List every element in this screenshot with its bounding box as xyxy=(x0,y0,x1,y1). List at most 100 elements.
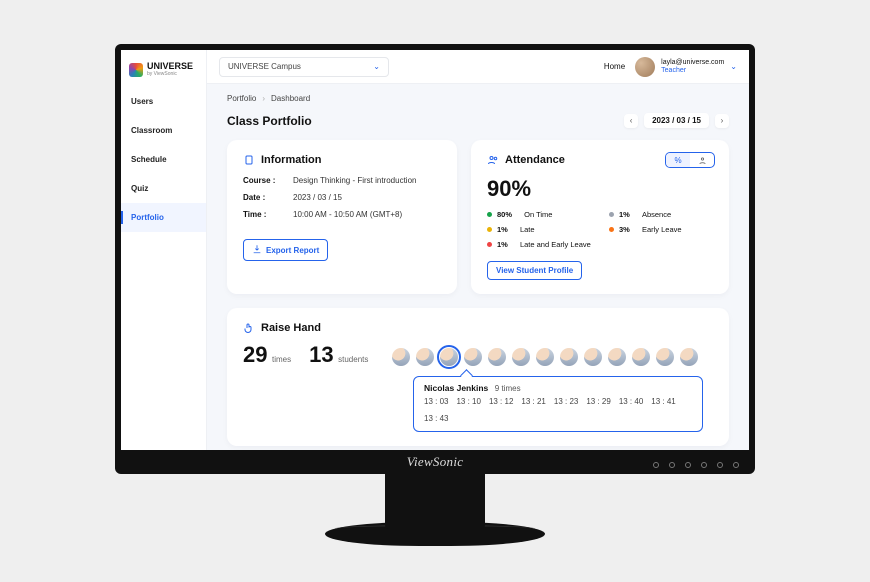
nav-schedule[interactable]: Schedule xyxy=(121,145,206,174)
monitor-hw-buttons xyxy=(653,462,739,468)
legend-lateearly-pct: 1% xyxy=(497,240,508,249)
card-information: Information Course : Design Thinking - F… xyxy=(227,140,457,294)
nav-users[interactable]: Users xyxy=(121,87,206,116)
attendance-percent-toggle[interactable]: % xyxy=(666,153,690,167)
info-date-value: 2023 / 03 / 15 xyxy=(293,193,342,202)
popover-timestamp: 13 : 23 xyxy=(554,397,578,406)
popover-student-name: Nicolas Jenkins xyxy=(424,383,488,393)
monitor-bezel: ViewSonic UNIVERSE by ViewSonic Users Cl… xyxy=(115,44,755,474)
student-avatar[interactable] xyxy=(656,348,674,366)
logo-mark-icon xyxy=(129,63,143,77)
date-prev-button[interactable]: ‹ xyxy=(624,114,638,128)
student-avatar[interactable] xyxy=(512,348,530,366)
chevron-down-icon: ⌄ xyxy=(373,62,380,71)
nav-classroom[interactable]: Classroom xyxy=(121,116,206,145)
card-attendance-title: Attendance xyxy=(505,154,565,166)
popover-timestamp: 13 : 12 xyxy=(489,397,513,406)
popover-timestamp: 13 : 43 xyxy=(424,414,448,423)
campus-selector[interactable]: UNIVERSE Campus ⌄ xyxy=(219,57,389,77)
view-student-profile-label: View Student Profile xyxy=(496,266,573,275)
app-logo[interactable]: UNIVERSE by ViewSonic xyxy=(121,54,206,87)
export-report-label: Export Report xyxy=(266,246,319,255)
dot-icon xyxy=(609,212,614,217)
student-avatar[interactable] xyxy=(560,348,578,366)
student-avatar[interactable] xyxy=(680,348,698,366)
monitor-stand-neck xyxy=(385,474,485,529)
date-next-button[interactable]: › xyxy=(715,114,729,128)
breadcrumb-dashboard[interactable]: Dashboard xyxy=(271,94,310,103)
logo-text: UNIVERSE xyxy=(147,62,193,71)
hand-icon xyxy=(243,322,255,334)
nav-portfolio[interactable]: Portfolio xyxy=(121,203,206,232)
dot-icon xyxy=(487,242,492,247)
download-icon xyxy=(252,244,262,256)
info-time-value: 10:00 AM - 10:50 AM (GMT+8) xyxy=(293,210,402,219)
legend-lateearly-label: Late and Early Leave xyxy=(520,240,591,249)
raise-students-unit: students xyxy=(338,355,368,364)
raise-times-unit: times xyxy=(272,355,291,364)
popover-timestamp: 13 : 03 xyxy=(424,397,448,406)
chevron-down-icon: ⌄ xyxy=(730,62,737,71)
popover-timestamp: 13 : 10 xyxy=(456,397,480,406)
legend-ontime-pct: 80% xyxy=(497,210,512,219)
dot-icon xyxy=(487,227,492,232)
student-avatar[interactable] xyxy=(536,348,554,366)
popover-timestamp: 13 : 40 xyxy=(619,397,643,406)
info-course-value: Design Thinking - First introduction xyxy=(293,176,416,185)
student-avatar[interactable] xyxy=(488,348,506,366)
popover-timestamp: 13 : 21 xyxy=(521,397,545,406)
popover-raise-count: 9 times xyxy=(495,384,521,393)
export-report-button[interactable]: Export Report xyxy=(243,239,328,261)
page-title: Class Portfolio xyxy=(227,114,312,128)
legend-late-label: Late xyxy=(520,225,535,234)
dot-icon xyxy=(609,227,614,232)
sidebar: UNIVERSE by ViewSonic Users Classroom Sc… xyxy=(121,50,207,450)
popover-timestamp: 13 : 41 xyxy=(651,397,675,406)
logo-subtext: by ViewSonic xyxy=(147,71,193,77)
breadcrumb-portfolio[interactable]: Portfolio xyxy=(227,94,256,103)
raise-hand-popover: Nicolas Jenkins 9 times 13 : 03 13 : 10 … xyxy=(413,376,703,432)
app-screen: UNIVERSE by ViewSonic Users Classroom Sc… xyxy=(121,50,749,450)
current-user-menu[interactable]: layla@universe.com Teacher ⌄ xyxy=(635,57,737,77)
legend-absence-pct: 1% xyxy=(619,210,630,219)
attendance-people-toggle[interactable] xyxy=(690,153,714,167)
date-pager: ‹ 2023 / 03 / 15 › xyxy=(624,113,729,128)
attendance-overall: 90% xyxy=(487,176,713,202)
page-content: Portfolio › Dashboard Class Portfolio ‹ … xyxy=(207,84,749,450)
view-student-profile-button[interactable]: View Student Profile xyxy=(487,261,582,280)
popover-timestamps: 13 : 03 13 : 10 13 : 12 13 : 21 13 : 23 … xyxy=(424,397,692,423)
info-course-label: Course : xyxy=(243,176,285,185)
legend-absence-label: Absence xyxy=(642,210,671,219)
student-avatar[interactable] xyxy=(440,348,458,366)
legend-ontime-label: On Time xyxy=(524,210,552,219)
topbar: UNIVERSE Campus ⌄ Home layla@universe.co… xyxy=(207,50,749,84)
nav-quiz[interactable]: Quiz xyxy=(121,174,206,203)
info-date-label: Date : xyxy=(243,193,285,202)
popover-timestamp: 13 : 29 xyxy=(586,397,610,406)
date-current[interactable]: 2023 / 03 / 15 xyxy=(644,113,709,128)
breadcrumb: Portfolio › Dashboard xyxy=(227,94,729,103)
home-link[interactable]: Home xyxy=(604,62,625,71)
chevron-right-icon: › xyxy=(262,94,265,103)
attendance-legend: 80% On Time 1% Absence 1% Late xyxy=(487,210,713,249)
student-avatar[interactable] xyxy=(608,348,626,366)
raise-students-count: 13 xyxy=(309,342,333,367)
legend-earlyleave-pct: 3% xyxy=(619,225,630,234)
student-avatar[interactable] xyxy=(632,348,650,366)
raise-student-avatars xyxy=(392,348,698,366)
student-avatar[interactable] xyxy=(392,348,410,366)
user-email: layla@universe.com xyxy=(661,59,724,67)
student-avatar[interactable] xyxy=(464,348,482,366)
legend-earlyleave-label: Early Leave xyxy=(642,225,682,234)
card-raise-hand-title: Raise Hand xyxy=(261,322,321,334)
dot-icon xyxy=(487,212,492,217)
student-avatar[interactable] xyxy=(416,348,434,366)
user-role: Teacher xyxy=(661,67,724,75)
card-information-title: Information xyxy=(261,154,322,166)
card-attendance: % Attendance 90% xyxy=(471,140,729,294)
attendance-view-toggle: % xyxy=(665,152,715,168)
student-avatar[interactable] xyxy=(584,348,602,366)
raise-times-count: 29 xyxy=(243,342,267,367)
avatar xyxy=(635,57,655,77)
info-time-label: Time : xyxy=(243,210,285,219)
